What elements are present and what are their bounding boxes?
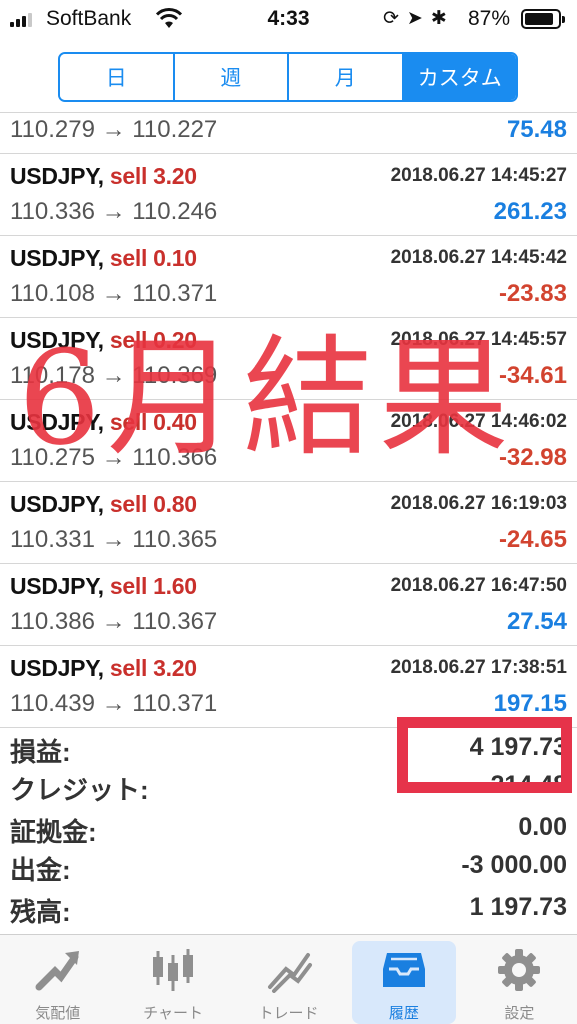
orientation-lock-icon: ⟳: [383, 8, 407, 29]
trade-time: 2018.06.27 17:38:51: [390, 657, 567, 678]
withdrawal-value: -3 000.00: [461, 851, 567, 879]
trade-row[interactable]: USDJPY, sell 3.20 2018.06.27 17:38:51 11…: [0, 646, 577, 728]
overlay-caption: 6月結果: [18, 322, 515, 474]
trade-profit: 261.23: [493, 198, 567, 225]
trade-row[interactable]: USDJPY, sell 0.10 2018.06.27 14:45:42 11…: [0, 236, 577, 318]
trade-profit: 197.15: [493, 690, 567, 717]
battery-percentage: 87%: [468, 7, 511, 30]
trade-side: sell 0.10: [109, 245, 197, 271]
trade-symbol: USDJPY,: [10, 163, 104, 189]
trade-header: USDJPY, sell 1.60: [10, 573, 197, 600]
balance-label: 残高:: [10, 897, 71, 927]
tab-label: 履歴: [388, 1005, 419, 1022]
trade-side: sell 3.20: [109, 163, 197, 189]
chart-icon: [153, 949, 194, 991]
tab-history[interactable]: 履歴: [346, 935, 461, 1024]
history-icon: [382, 953, 425, 987]
trade-prices: 110.331 → 110.365: [10, 526, 218, 553]
tab-week[interactable]: 週: [174, 54, 289, 100]
trade-profit: 27.54: [506, 608, 567, 635]
trade-time: 2018.06.27 14:45:27: [390, 165, 567, 186]
trade-side: sell 3.20: [109, 655, 197, 681]
location-icon: ➤: [406, 8, 431, 29]
trade-header: USDJPY, sell 0.80: [10, 491, 197, 518]
tab-month[interactable]: 月: [289, 54, 404, 100]
trade-prices: 110.336 → 110.246: [10, 198, 218, 225]
trade-prices: 110.279 → 110.227: [10, 116, 218, 143]
tab-settings[interactable]: 設定: [462, 935, 577, 1024]
trade-side: sell 0.80: [109, 491, 197, 517]
tab-label: トレード: [258, 1005, 319, 1022]
gear-icon: [498, 949, 541, 991]
profit-label: 損益:: [10, 737, 71, 767]
tab-bar: 気配値 チャート トレード 履歴 設定: [0, 934, 577, 1024]
deposit-value: 0.00: [518, 813, 567, 841]
tab-chart[interactable]: チャート: [115, 935, 230, 1024]
trade-header: USDJPY, sell 0.10: [10, 245, 197, 272]
tab-custom[interactable]: カスタム: [403, 54, 516, 100]
trade-time: 2018.06.27 16:47:50: [390, 575, 567, 596]
bluetooth-icon: ✱: [430, 8, 455, 29]
trade-icon: [267, 953, 312, 993]
trade-profit: -24.65: [498, 526, 567, 553]
battery-icon: [521, 9, 565, 29]
status-icons: ⟳➤✱: [383, 7, 455, 30]
trade-row[interactable]: 110.279 → 110.227 75.48: [0, 113, 577, 154]
trade-prices: 110.439 → 110.371: [10, 690, 218, 717]
summary-deposit-row: 証拠金: 0.00: [0, 810, 577, 850]
tab-quotes[interactable]: 気配値: [0, 935, 115, 1024]
trade-side: sell 1.60: [109, 573, 197, 599]
trade-header: USDJPY, sell 3.20: [10, 655, 197, 682]
tab-label: 設定: [504, 1005, 535, 1022]
balance-value: 1 197.73: [469, 893, 567, 921]
quotes-icon: [35, 951, 79, 991]
trade-row[interactable]: USDJPY, sell 0.80 2018.06.27 16:19:03 11…: [0, 482, 577, 564]
tab-label: 気配値: [35, 1005, 81, 1022]
deposit-label: 証拠金:: [10, 817, 97, 847]
trade-prices: 110.108 → 110.371: [10, 280, 218, 307]
tab-label: チャート: [143, 1005, 204, 1022]
highlight-box: [397, 717, 572, 793]
tab-day[interactable]: 日: [60, 54, 175, 100]
withdrawal-label: 出金:: [10, 855, 71, 885]
trade-time: 2018.06.27 14:45:42: [390, 247, 567, 268]
period-selector: 日 週 月 カスタム: [58, 52, 518, 102]
trade-time: 2018.06.27 16:19:03: [390, 493, 567, 514]
trade-symbol: USDJPY,: [10, 573, 104, 599]
trade-symbol: USDJPY,: [10, 245, 104, 271]
trade-prices: 110.386 → 110.367: [10, 608, 218, 635]
status-bar: SoftBank 4:33 ⟳➤✱ 87%: [0, 0, 577, 40]
tab-trade[interactable]: トレード: [231, 935, 346, 1024]
summary-balance-row: 残高: 1 197.73: [0, 890, 577, 930]
trade-profit: 75.48: [506, 116, 567, 143]
trade-row[interactable]: USDJPY, sell 1.60 2018.06.27 16:47:50 11…: [0, 564, 577, 646]
credit-label: クレジット:: [10, 775, 149, 805]
trade-row[interactable]: USDJPY, sell 3.20 2018.06.27 14:45:27 11…: [0, 154, 577, 236]
trade-symbol: USDJPY,: [10, 655, 104, 681]
summary-withdrawal-row: 出金: -3 000.00: [0, 848, 577, 888]
trade-profit: -23.83: [498, 280, 567, 307]
trade-symbol: USDJPY,: [10, 491, 104, 517]
trade-header: USDJPY, sell 3.20: [10, 163, 197, 190]
